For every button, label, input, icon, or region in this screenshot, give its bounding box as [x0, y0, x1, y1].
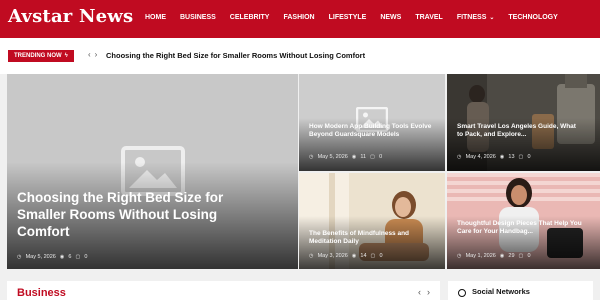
- clock-icon: ◷: [457, 154, 462, 160]
- comment-icon: ▢: [518, 253, 524, 259]
- chevron-left-icon[interactable]: ‹: [88, 50, 91, 59]
- clock-icon: ◷: [17, 254, 22, 260]
- eye-icon: ◉: [59, 254, 65, 260]
- article-meta: ◷ May 3, 2026 ◉ 14 ▢ 0: [309, 253, 383, 259]
- article-comments: 0: [379, 253, 383, 259]
- article-card[interactable]: Smart Travel Los Angeles Guide, What to …: [447, 74, 600, 171]
- clock-icon: ◷: [309, 253, 314, 259]
- site-logo[interactable]: Avstar News: [8, 6, 133, 27]
- article-views: 11: [360, 154, 367, 160]
- article-title[interactable]: Thoughtful Design Pieces That Help You C…: [457, 220, 583, 236]
- nav-travel[interactable]: TRAVEL: [415, 14, 442, 21]
- nav-fitness-label: FITNESS: [456, 14, 487, 21]
- trending-badge: TRENDING NOW ϟ: [8, 50, 74, 62]
- article-views: 6: [68, 254, 72, 260]
- article-date: May 5, 2026: [317, 154, 348, 160]
- business-section: Business ‹ ›: [7, 281, 440, 300]
- article-title[interactable]: The Benefits of Mindfulness and Meditati…: [309, 230, 435, 246]
- chevron-right-icon[interactable]: ›: [95, 50, 98, 59]
- chevron-down-icon: ⌄: [489, 15, 495, 21]
- article-comments: 0: [84, 254, 88, 260]
- article-title[interactable]: How Modern App Building Tools Evolve Bey…: [309, 123, 435, 139]
- article-comments: 0: [527, 253, 531, 259]
- article-date: May 3, 2026: [317, 253, 348, 259]
- eye-icon: ◉: [351, 253, 357, 259]
- trending-headline[interactable]: Choosing the Right Bed Size for Smaller …: [106, 51, 365, 60]
- comment-icon: ▢: [518, 154, 524, 160]
- nav-celebrity[interactable]: CELEBRITY: [230, 14, 270, 21]
- nav-business[interactable]: BUSINESS: [180, 14, 216, 21]
- article-date: May 5, 2026: [25, 254, 56, 260]
- article-meta: ◷ May 5, 2026 ◉ 6 ▢ 0: [17, 254, 87, 260]
- article-comments: 0: [379, 154, 383, 160]
- site-header: Avstar News HOME BUSINESS CELEBRITY FASH…: [0, 0, 600, 38]
- nav-fitness[interactable]: FITNESS ⌄: [457, 14, 495, 21]
- nav-lifestyle[interactable]: LIFESTYLE: [329, 14, 367, 21]
- section-title: Social Networks: [472, 287, 530, 296]
- trending-label: TRENDING NOW: [14, 53, 62, 59]
- nav-home[interactable]: HOME: [145, 14, 166, 21]
- nav-news[interactable]: NEWS: [380, 14, 401, 21]
- clock-icon: ◷: [309, 154, 314, 160]
- section-title: Business: [17, 287, 66, 299]
- article-meta: ◷ May 1, 2026 ◉ 29 ▢ 0: [457, 253, 531, 259]
- article-title[interactable]: Choosing the Right Bed Size for Smaller …: [17, 190, 267, 241]
- article-card[interactable]: The Benefits of Mindfulness and Meditati…: [299, 173, 445, 269]
- main-nav: HOME BUSINESS CELEBRITY FASHION LIFESTYL…: [145, 14, 572, 21]
- nav-technology[interactable]: TECHNOLOGY: [508, 14, 557, 21]
- article-comments: 0: [527, 154, 531, 160]
- article-date: May 1, 2026: [465, 253, 496, 259]
- clock-icon: ◷: [457, 253, 462, 259]
- chevron-left-icon[interactable]: ‹: [418, 287, 421, 297]
- article-views: 29: [508, 253, 515, 259]
- article-card[interactable]: Thoughtful Design Pieces That Help You C…: [447, 173, 600, 269]
- article-card[interactable]: How Modern App Building Tools Evolve Bey…: [299, 74, 445, 171]
- social-section: Social Networks: [448, 281, 593, 300]
- article-meta: ◷ May 5, 2026 ◉ 11 ▢ 0: [309, 154, 382, 160]
- comment-icon: ▢: [370, 154, 376, 160]
- comment-icon: ▢: [75, 254, 81, 260]
- globe-icon: [458, 289, 466, 297]
- article-meta: ◷ May 4, 2026 ◉ 13 ▢ 0: [457, 154, 531, 160]
- lightning-icon: ϟ: [64, 53, 68, 59]
- eye-icon: ◉: [499, 154, 505, 160]
- featured-article[interactable]: Choosing the Right Bed Size for Smaller …: [7, 74, 298, 269]
- article-views: 14: [360, 253, 367, 259]
- section-arrows: ‹ ›: [418, 287, 430, 297]
- chevron-right-icon[interactable]: ›: [427, 287, 430, 297]
- eye-icon: ◉: [499, 253, 505, 259]
- article-title[interactable]: Smart Travel Los Angeles Guide, What to …: [457, 123, 583, 139]
- article-views: 13: [508, 154, 515, 160]
- nav-fashion[interactable]: FASHION: [283, 14, 314, 21]
- trending-bar: TRENDING NOW ϟ ‹ › Choosing the Right Be…: [0, 38, 600, 74]
- trending-arrows: ‹ ›: [88, 50, 97, 59]
- article-date: May 4, 2026: [465, 154, 496, 160]
- eye-icon: ◉: [351, 154, 357, 160]
- comment-icon: ▢: [370, 253, 376, 259]
